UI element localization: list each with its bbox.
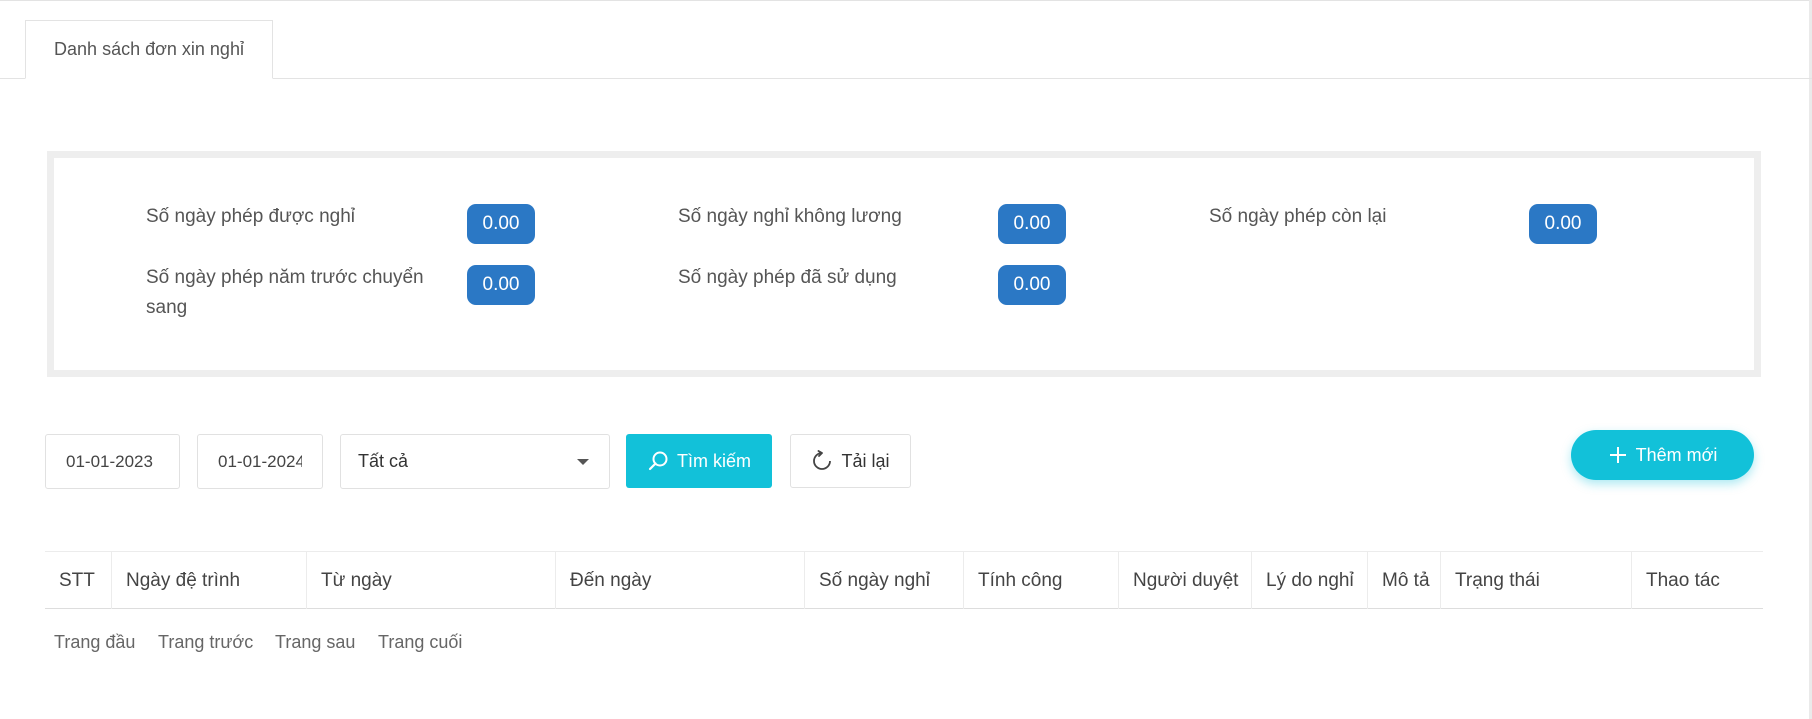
status-select[interactable]: Tất cả	[340, 434, 610, 489]
column-header-approver[interactable]: Người duyệt	[1119, 552, 1252, 609]
carried-over-label: Số ngày phép năm trước chuyển sang	[146, 267, 424, 318]
annual-allowed-badge: 0.00	[467, 204, 535, 244]
column-header-days-off[interactable]: Số ngày nghỉ	[805, 552, 964, 609]
used-label: Số ngày phép đã sử dụng	[678, 267, 897, 288]
column-header-from-date[interactable]: Từ ngày	[307, 552, 556, 609]
unpaid-badge: 0.00	[998, 204, 1066, 244]
add-new-button-label: Thêm mới	[1635, 444, 1718, 465]
unpaid-label: Số ngày nghỉ không lương	[678, 206, 902, 227]
status-select-value: Tất cả	[358, 451, 409, 471]
column-header-actions[interactable]: Thao tác	[1632, 552, 1763, 609]
used-badge: 0.00	[998, 265, 1066, 305]
column-header-submit-date[interactable]: Ngày đệ trình	[112, 552, 307, 609]
plus-icon	[1608, 445, 1628, 465]
carried-over-badge: 0.00	[467, 265, 535, 305]
column-header-status[interactable]: Trạng thái	[1441, 552, 1632, 609]
reload-button-label: Tải lại	[841, 450, 890, 471]
column-header-description[interactable]: Mô tả	[1368, 552, 1441, 609]
leave-table-header: STT Ngày đệ trình Từ ngày Đến ngày Số ng…	[45, 551, 1763, 609]
remaining-badge: 0.00	[1529, 204, 1597, 244]
search-button-label: Tìm kiếm	[677, 450, 751, 471]
column-header-reason[interactable]: Lý do nghỉ	[1252, 552, 1368, 609]
pagination-last[interactable]: Trang cuối	[378, 632, 462, 653]
column-header-workday-counted[interactable]: Tính công	[964, 552, 1119, 609]
annual-allowed-label: Số ngày phép được nghỉ	[146, 206, 355, 227]
column-header-stt[interactable]: STT	[45, 552, 112, 609]
top-border	[0, 0, 1812, 1]
remaining-label: Số ngày phép còn lại	[1209, 206, 1387, 227]
pagination-prev[interactable]: Trang trước	[158, 632, 253, 653]
reload-button[interactable]: Tải lại	[790, 434, 911, 488]
reload-icon	[811, 450, 833, 472]
tab-label: Danh sách đơn xin nghỉ	[54, 39, 244, 59]
chevron-down-icon	[577, 459, 589, 465]
column-header-to-date[interactable]: Đến ngày	[556, 552, 805, 609]
pagination-first[interactable]: Trang đầu	[54, 632, 135, 653]
pagination-next[interactable]: Trang sau	[275, 632, 355, 653]
from-date-input[interactable]	[45, 434, 180, 489]
tab-leave-requests[interactable]: Danh sách đơn xin nghỉ	[25, 20, 273, 79]
add-new-button[interactable]: Thêm mới	[1571, 430, 1754, 480]
to-date-input[interactable]	[197, 434, 323, 489]
search-button[interactable]: Tìm kiếm	[626, 434, 772, 488]
search-icon	[647, 450, 669, 472]
